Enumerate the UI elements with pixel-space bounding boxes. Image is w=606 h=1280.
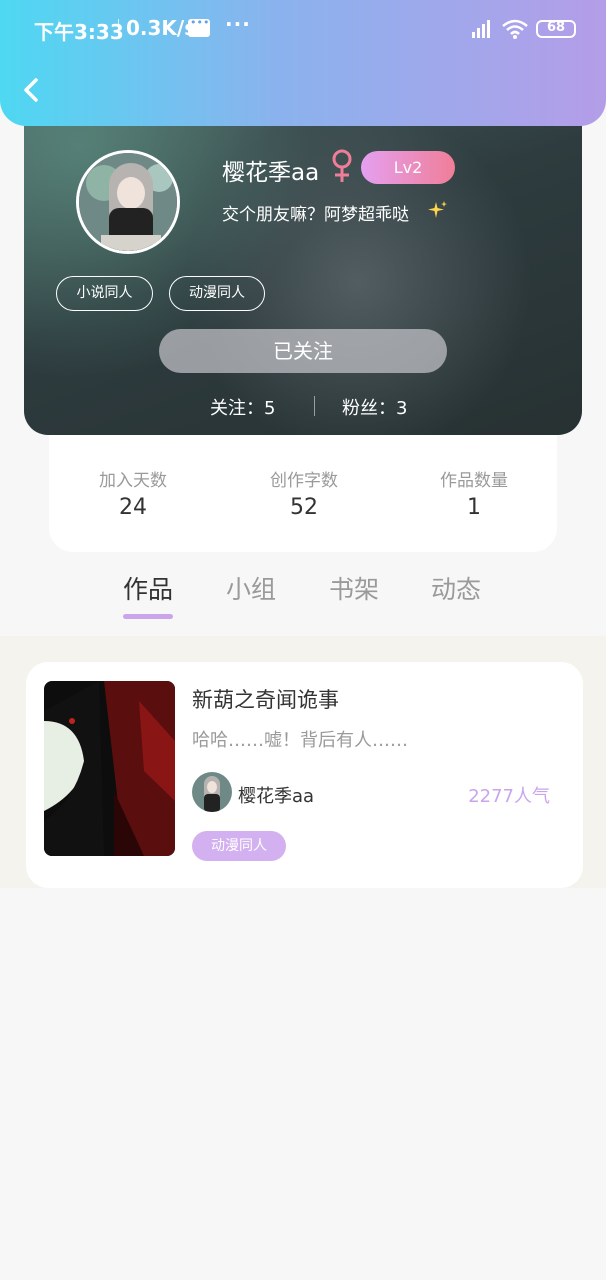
follow-counts: 关注：5 粉丝：3 [0,394,606,420]
tab-activity[interactable]: 动态 [431,570,481,606]
status-bar: 下午3:33 0.3K/s ··· 68 [0,0,606,58]
wifi-icon [502,19,528,39]
stat-join-days: 加入天数 24 [63,466,203,520]
stat-value: 1 [467,495,481,520]
work-cover[interactable] [44,681,175,856]
tab-indicator [123,614,173,619]
stat-label: 创作字数 [270,471,338,491]
follow-button[interactable]: 已关注 [159,329,447,373]
profile-tag[interactable]: 动漫同人 [169,276,265,311]
avatar[interactable] [76,150,180,254]
stat-work-count: 作品数量 1 [404,466,544,520]
tab-groups[interactable]: 小组 [226,570,276,606]
work-tag[interactable]: 动漫同人 [192,831,286,861]
work-description: 哈哈……嘘！背后有人…… [192,730,408,751]
tab-works[interactable]: 作品 [123,570,173,606]
back-icon[interactable] [18,74,46,106]
stat-label: 作品数量 [440,471,508,491]
author-avatar[interactable] [192,772,232,812]
popularity-count: 2277人气 [468,786,550,807]
female-icon [332,149,352,182]
stat-label: 加入天数 [99,471,167,491]
status-time: 下午3:33 [34,20,124,44]
work-title[interactable]: 新葫之奇闻诡事 [192,684,339,714]
profile-card [24,96,582,435]
status-more-indicator: ··· [225,12,251,36]
level-badge: Lv2 [361,151,455,184]
battery-icon: 68 [536,20,576,38]
username: 樱花季aa [222,160,320,186]
stat-value: 52 [290,495,318,520]
message-icon [188,16,210,37]
following-count[interactable]: 关注：5 [210,394,275,420]
profile-tabs: 作品 小组 书架 动态 [0,566,606,626]
signal-icon [472,20,490,38]
tab-bookshelf[interactable]: 书架 [329,570,379,606]
stat-value: 24 [119,495,147,520]
stat-word-count: 创作字数 52 [234,466,374,520]
sparkle-icon [428,201,447,218]
status-net-speed: 0.3K/s [126,16,197,40]
stats-card: 加入天数 24 创作字数 52 作品数量 1 [49,420,557,552]
work-card[interactable]: 新葫之奇闻诡事 哈哈……嘘！背后有人…… 樱花季aa 2277人气 动漫同人 [26,662,583,888]
bio-text: 交个朋友嘛？阿梦超乖哒 [222,205,409,225]
fans-count[interactable]: 粉丝：3 [342,394,407,420]
profile-tag[interactable]: 小说同人 [56,276,153,311]
author-name: 樱花季aa [238,786,315,807]
battery-level: 68 [546,20,566,35]
counts-divider [314,396,315,416]
status-divider [118,19,119,37]
